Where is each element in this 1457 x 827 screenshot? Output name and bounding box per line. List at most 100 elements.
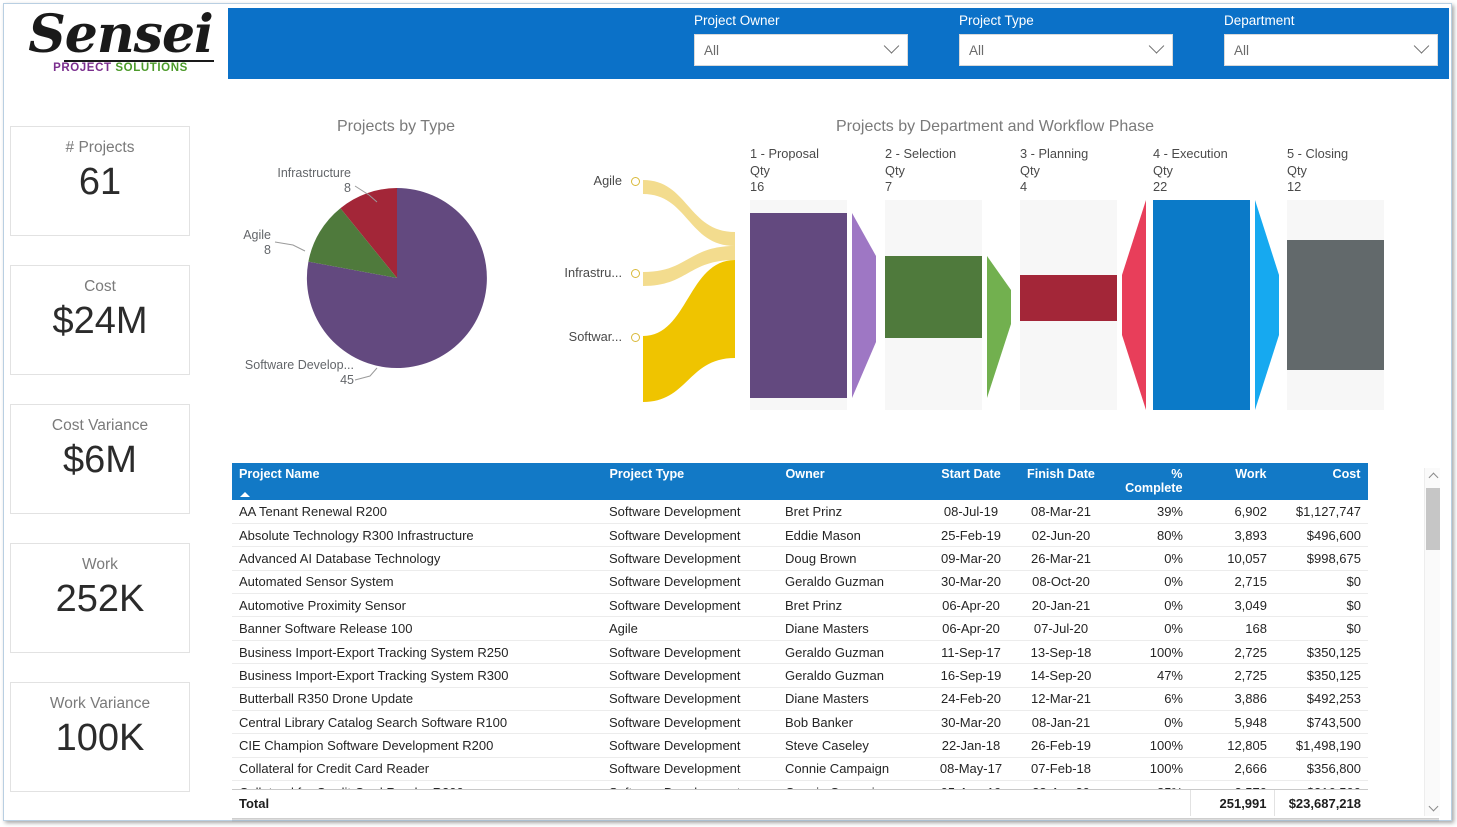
projects-table[interactable]: Project Name Project Type Owner Start Da… [232,463,1439,818]
column-header-project-type[interactable]: Project Type [602,463,779,500]
column-header-owner[interactable]: Owner [778,463,927,500]
filter-label-project-owner: Project Owner [694,13,780,28]
column-header-finish-date[interactable]: Finish Date [1016,463,1107,500]
total-blank-finish [1016,790,1106,816]
cell-start: 30-Mar-20 [926,710,1016,735]
column-header-pct-complete[interactable]: % Complete [1106,463,1191,500]
cell-owner: Steve Caseley [778,733,926,758]
table-body: AA Tenant Renewal R200 Software Developme… [232,500,1368,789]
cell-owner: Geraldo Guzman [778,663,926,688]
stage-1-bar[interactable] [750,213,847,398]
cell-name: Absolute Technology R300 Infrastructure [232,523,602,548]
cell-name: CIE Champion Software Development R200 [232,733,602,758]
stage-1-connector [852,213,876,398]
kpi-value: 61 [78,161,122,203]
cell-pct: 47% [1106,663,1190,688]
cell-owner: Bret Prinz [778,500,926,524]
table-vertical-scrollbar[interactable] [1424,468,1440,816]
column-header-project-name[interactable]: Project Name [232,463,603,500]
cell-start: 30-Mar-20 [926,570,1016,595]
column-header-work[interactable]: Work [1190,463,1275,500]
table-row[interactable]: AA Tenant Renewal R200 Software Developme… [232,500,1368,524]
table-row[interactable]: Absolute Technology R300 Infrastructure S… [232,523,1368,548]
chevron-down-icon [1413,38,1430,54]
table-row[interactable]: Banner Software Release 100 Agile Diane Ma… [232,616,1368,641]
table-row[interactable]: CIE Champion Software Development R200 So… [232,733,1368,758]
cell-name: Business Import-Export Tracking System R… [232,663,602,688]
cell-work: 6,902 [1190,500,1274,524]
stage-3-name: 3 - Planning [1020,146,1089,161]
kpi-card-work-variance[interactable]: Work Variance 100K [10,682,190,792]
stage-5-bar[interactable] [1287,240,1384,370]
cell-cost: $1,498,190 [1274,733,1368,758]
cell-pct: 100% [1106,757,1190,782]
cell-start: 08-May-17 [926,757,1016,782]
cell-pct: 80% [1106,523,1190,548]
column-header-start-date[interactable]: Start Date [926,463,1017,500]
cell-work: 3,893 [1190,523,1274,548]
total-row: Total 251,991 $23,687,218 [232,790,1368,816]
stage-2-connector [987,256,1011,398]
cell-work: 2,715 [1190,570,1274,595]
stage-1-qty-label: Qty [750,162,770,178]
kpi-card-cost[interactable]: Cost $24M [10,265,190,375]
table-row[interactable]: Business Import-Export Tracking System R… [232,640,1368,665]
scrollbar-thumb[interactable] [1426,488,1440,550]
cell-pct: 100% [1106,640,1190,665]
cell-cost: $0 [1274,616,1368,641]
table-row[interactable]: Butterball R350 Drone Update Software Dev… [232,687,1368,712]
cell-work: 2,725 [1190,663,1274,688]
cell-pct: 0% [1106,546,1190,571]
cell-finish: 26-Mar-21 [1016,546,1106,571]
pie-label-software-development-value: 45 [340,373,354,387]
projects-by-department-workflow[interactable]: Agile Infrastru... Softwar... 1 - Propos… [564,140,1445,425]
projects-by-type-pie[interactable]: Infrastructure 8 Agile 8 Software Develo… [237,150,567,420]
cell-type: Software Development [602,757,778,782]
pie-label-software-development-name: Software Develop... [244,358,354,372]
total-blank-type [602,790,778,816]
kpi-card-work[interactable]: Work 252K [10,543,190,653]
table-row[interactable]: Business Import-Export Tracking System R… [232,663,1368,688]
stage-3-header: 3 - Planning Qty 4 [1020,146,1088,196]
chevron-up-icon[interactable] [1425,468,1441,484]
department-select[interactable]: All [1224,34,1438,66]
table-row[interactable]: Central Library Catalog Search Software … [232,710,1368,735]
column-label: Project Name [239,467,320,481]
cell-cost: $743,500 [1274,710,1368,735]
stage-3-bar[interactable] [1020,275,1117,321]
sankey-source-software-node[interactable] [631,333,640,342]
table-total-bar: Total 251,991 $23,687,218 [232,789,1368,818]
cell-type: Software Development [602,640,778,665]
table-row[interactable]: Collateral for Credit Card Reader R200So… [232,780,1368,789]
sankey-source-agile-node[interactable] [631,177,640,186]
project-owner-select[interactable]: All [694,34,908,66]
table-row[interactable]: Advanced AI Database Technology Software … [232,546,1368,571]
filter-department: Department All [1224,12,1438,66]
cell-finish: 12-Mar-21 [1016,687,1106,712]
column-header-cost[interactable]: Cost [1274,463,1368,500]
table-row[interactable]: Automated Sensor System Software Developm… [232,570,1368,595]
column-label: Project Type [609,467,685,481]
cell-cost: $316,500 [1274,780,1368,789]
project-type-select[interactable]: All [959,34,1173,66]
pie-label-infrastructure-name: Infrastructure [277,166,351,180]
kpi-card-projects[interactable]: # Projects 61 [10,126,190,236]
cell-name: Butterball R350 Drone Update [232,687,602,712]
cell-finish: 07-Feb-18 [1016,757,1106,782]
stage-2-bar[interactable] [885,256,982,338]
table-row[interactable]: Automotive Proximity Sensor Software Deve… [232,593,1368,618]
sensei-logo: Sensei PROJECT SOLUTIONS [18,6,223,82]
stage-4-bar[interactable] [1153,200,1250,410]
table-row[interactable]: Collateral for Credit Card Reader Softwar… [232,757,1368,782]
chevron-down-icon[interactable] [1425,800,1441,816]
column-label: Cost [1332,467,1361,481]
cell-start: 08-Jul-19 [926,500,1016,524]
sankey-source-infrastructure-node[interactable] [631,269,640,278]
cell-finish: 08-Oct-20 [1016,570,1106,595]
cell-start: 05-Aug-19 [926,780,1016,789]
cell-work: 2,725 [1190,640,1274,665]
sankey-source-software-label: Softwar... [568,329,622,344]
table-scroll-region: Project Name Project Type Owner Start Da… [232,463,1368,789]
kpi-card-cost-variance[interactable]: Cost Variance $6M [10,404,190,514]
stage-5-name: 5 - Closing [1287,146,1349,161]
